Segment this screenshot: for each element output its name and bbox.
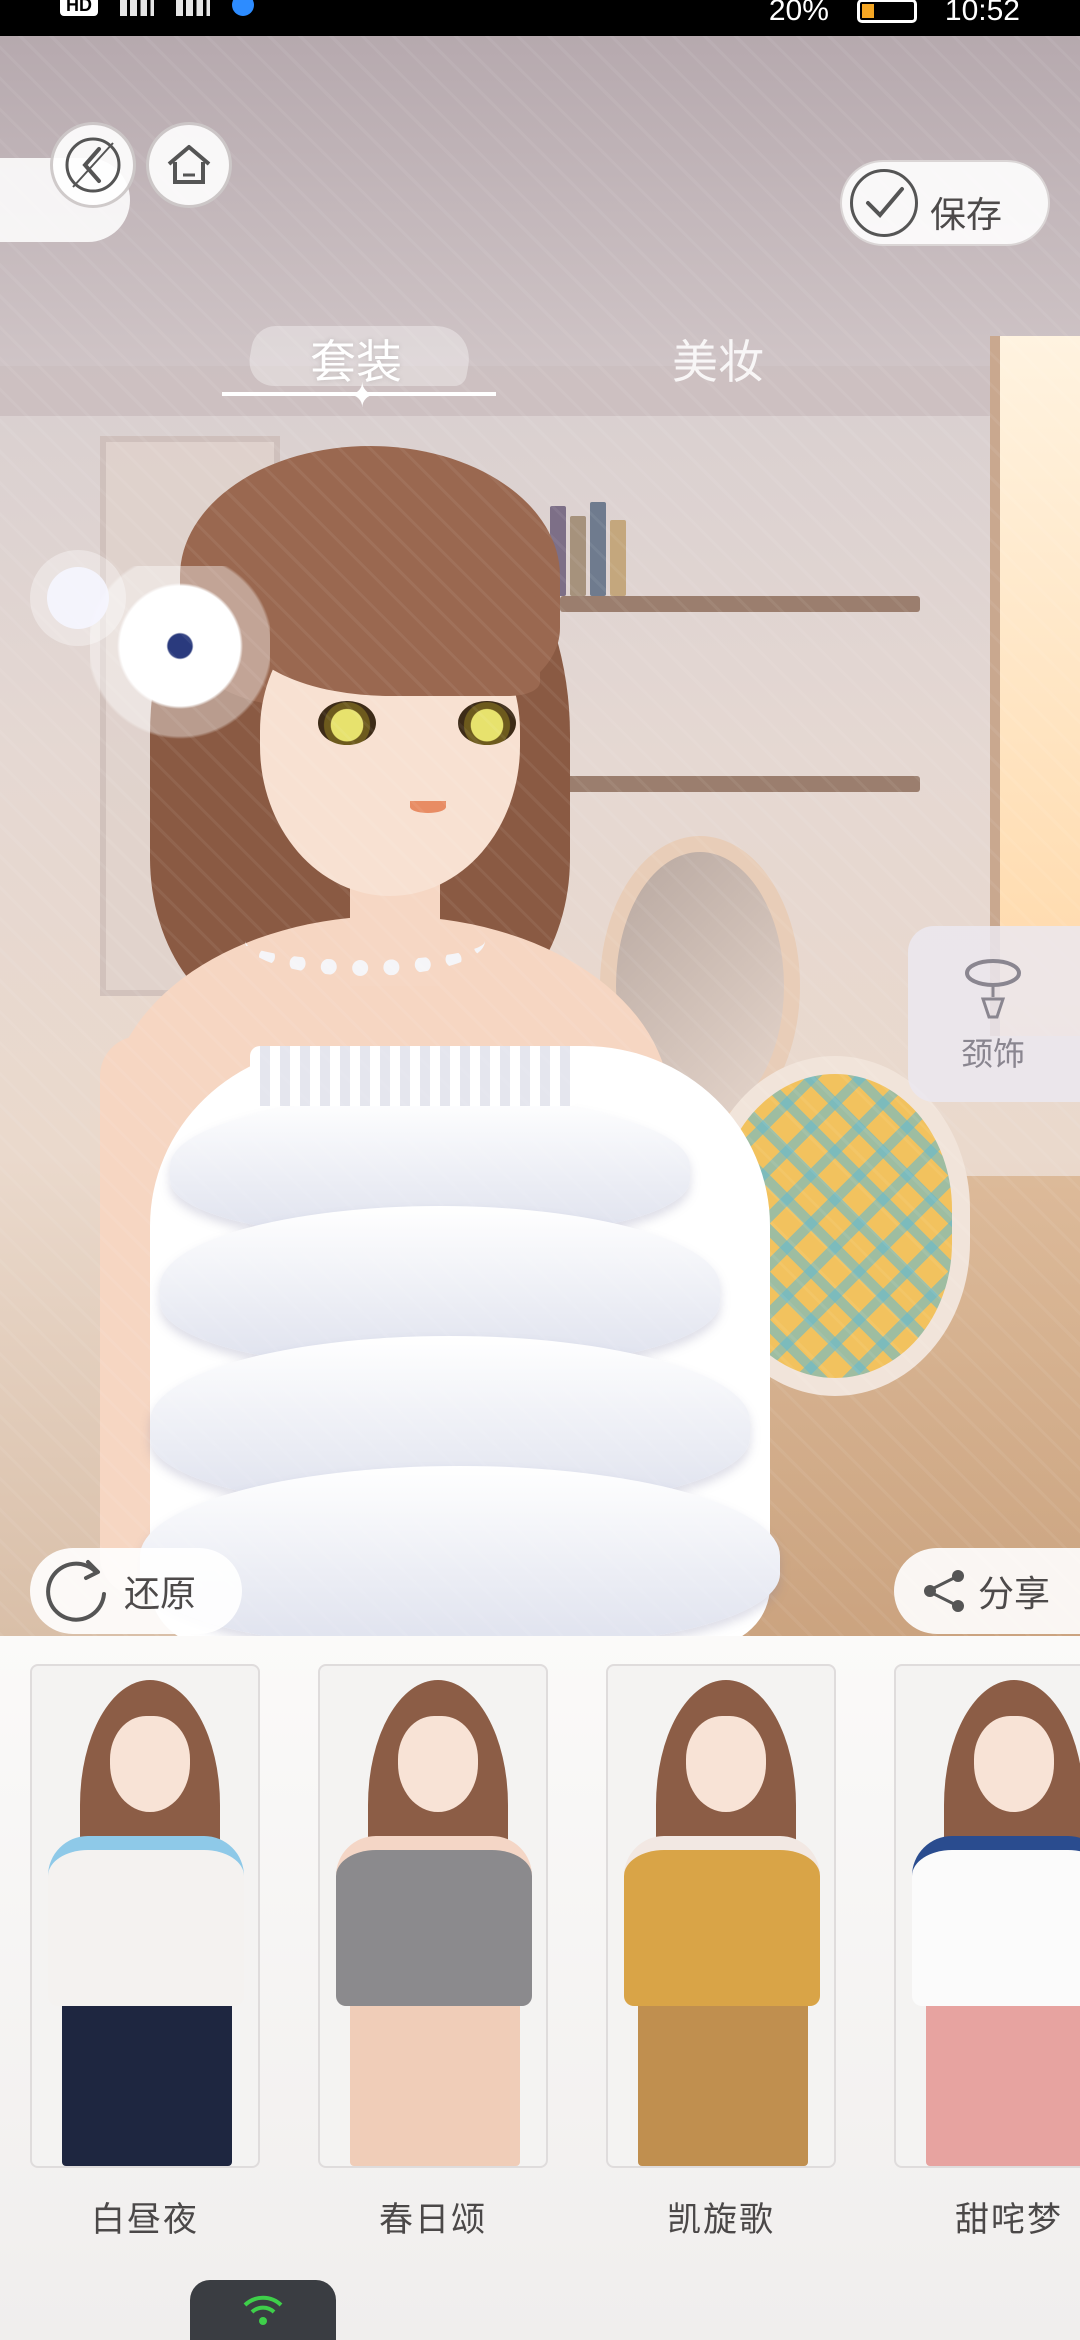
outfit-card[interactable] (30, 1664, 260, 2168)
back-button[interactable] (50, 122, 136, 208)
hd-badge: HD (60, 0, 98, 16)
network-indicator (190, 2280, 336, 2340)
wifi-icon (243, 2295, 283, 2325)
outfit-name: 甜咤梦 (955, 2200, 1063, 2240)
outfit-model-face (974, 1716, 1054, 1812)
outfit-name: 春日颂 (379, 2200, 487, 2240)
save-label: 保存 (930, 195, 1003, 236)
status-bar: HD 20% 10:52 (0, 0, 1080, 36)
save-button[interactable]: 保存 (840, 160, 1050, 246)
outfit-card[interactable] (318, 1664, 548, 2168)
game-scene: 保存 套装 ✦ 美妆 颈饰 还原 分享 (0, 36, 1080, 1636)
outfit-model-face (110, 1716, 190, 1812)
shelf-upper (560, 596, 920, 612)
share-button[interactable]: 分享 (894, 1548, 1080, 1634)
dress-lace-trim (250, 1046, 580, 1106)
outfit-model-face (686, 1716, 766, 1812)
category-tab-necklace[interactable]: 颈饰 (908, 926, 1080, 1102)
book (570, 516, 586, 596)
floating-assistive-button[interactable] (30, 550, 126, 646)
book (610, 520, 626, 596)
outfit-name: 白昼夜 (91, 2200, 199, 2240)
home-button[interactable] (146, 122, 232, 208)
character-eye-right (458, 701, 516, 745)
character-bangs (240, 556, 540, 696)
battery-percent: 20% (768, 0, 829, 27)
outfit-card[interactable] (606, 1664, 836, 2168)
character-mouth (410, 801, 446, 813)
shelf-lower (560, 776, 920, 792)
share-icon (924, 1570, 964, 1612)
clock: 10:52 (944, 0, 1020, 27)
refresh-icon (46, 1560, 106, 1622)
outfit-top-garment (912, 1836, 1080, 2006)
outfit-bottom-garment (350, 1986, 520, 2166)
outfit-top-garment (336, 1836, 532, 2006)
checkmark-icon (850, 169, 918, 237)
outfit-bottom-garment (62, 1986, 232, 2166)
app-notification-icon (232, 0, 254, 16)
outfit-name: 凯旋歌 (667, 2200, 775, 2240)
book (590, 502, 606, 596)
battery-icon (856, 0, 917, 23)
sparkle-icon: ✦ (348, 376, 377, 416)
restore-label: 还原 (124, 1574, 197, 1615)
necklace-icon (965, 959, 1021, 1019)
room-wall-band (0, 366, 1080, 416)
outfit-card[interactable] (894, 1664, 1080, 2168)
tab-makeup[interactable]: 美妆 (672, 326, 764, 392)
share-label: 分享 (978, 1574, 1051, 1615)
outfit-top-garment (48, 1836, 244, 2006)
category-label: 颈饰 (960, 1035, 1025, 1073)
outfit-bottom-garment (926, 1986, 1080, 2166)
signal-icon-2 (176, 0, 210, 16)
outfit-selector-panel: 白昼夜 春日颂 凯旋歌 甜咤梦 (0, 1636, 1080, 2340)
home-icon (167, 145, 211, 184)
outfit-top-garment (624, 1836, 820, 2006)
character-eye-left (318, 701, 376, 745)
character-necklace (245, 906, 485, 976)
restore-button[interactable]: 还原 (30, 1548, 242, 1634)
outfit-model-face (398, 1716, 478, 1812)
outfit-bottom-garment (638, 1986, 808, 2166)
signal-icon (120, 0, 154, 16)
back-arrow-icon (65, 137, 121, 193)
